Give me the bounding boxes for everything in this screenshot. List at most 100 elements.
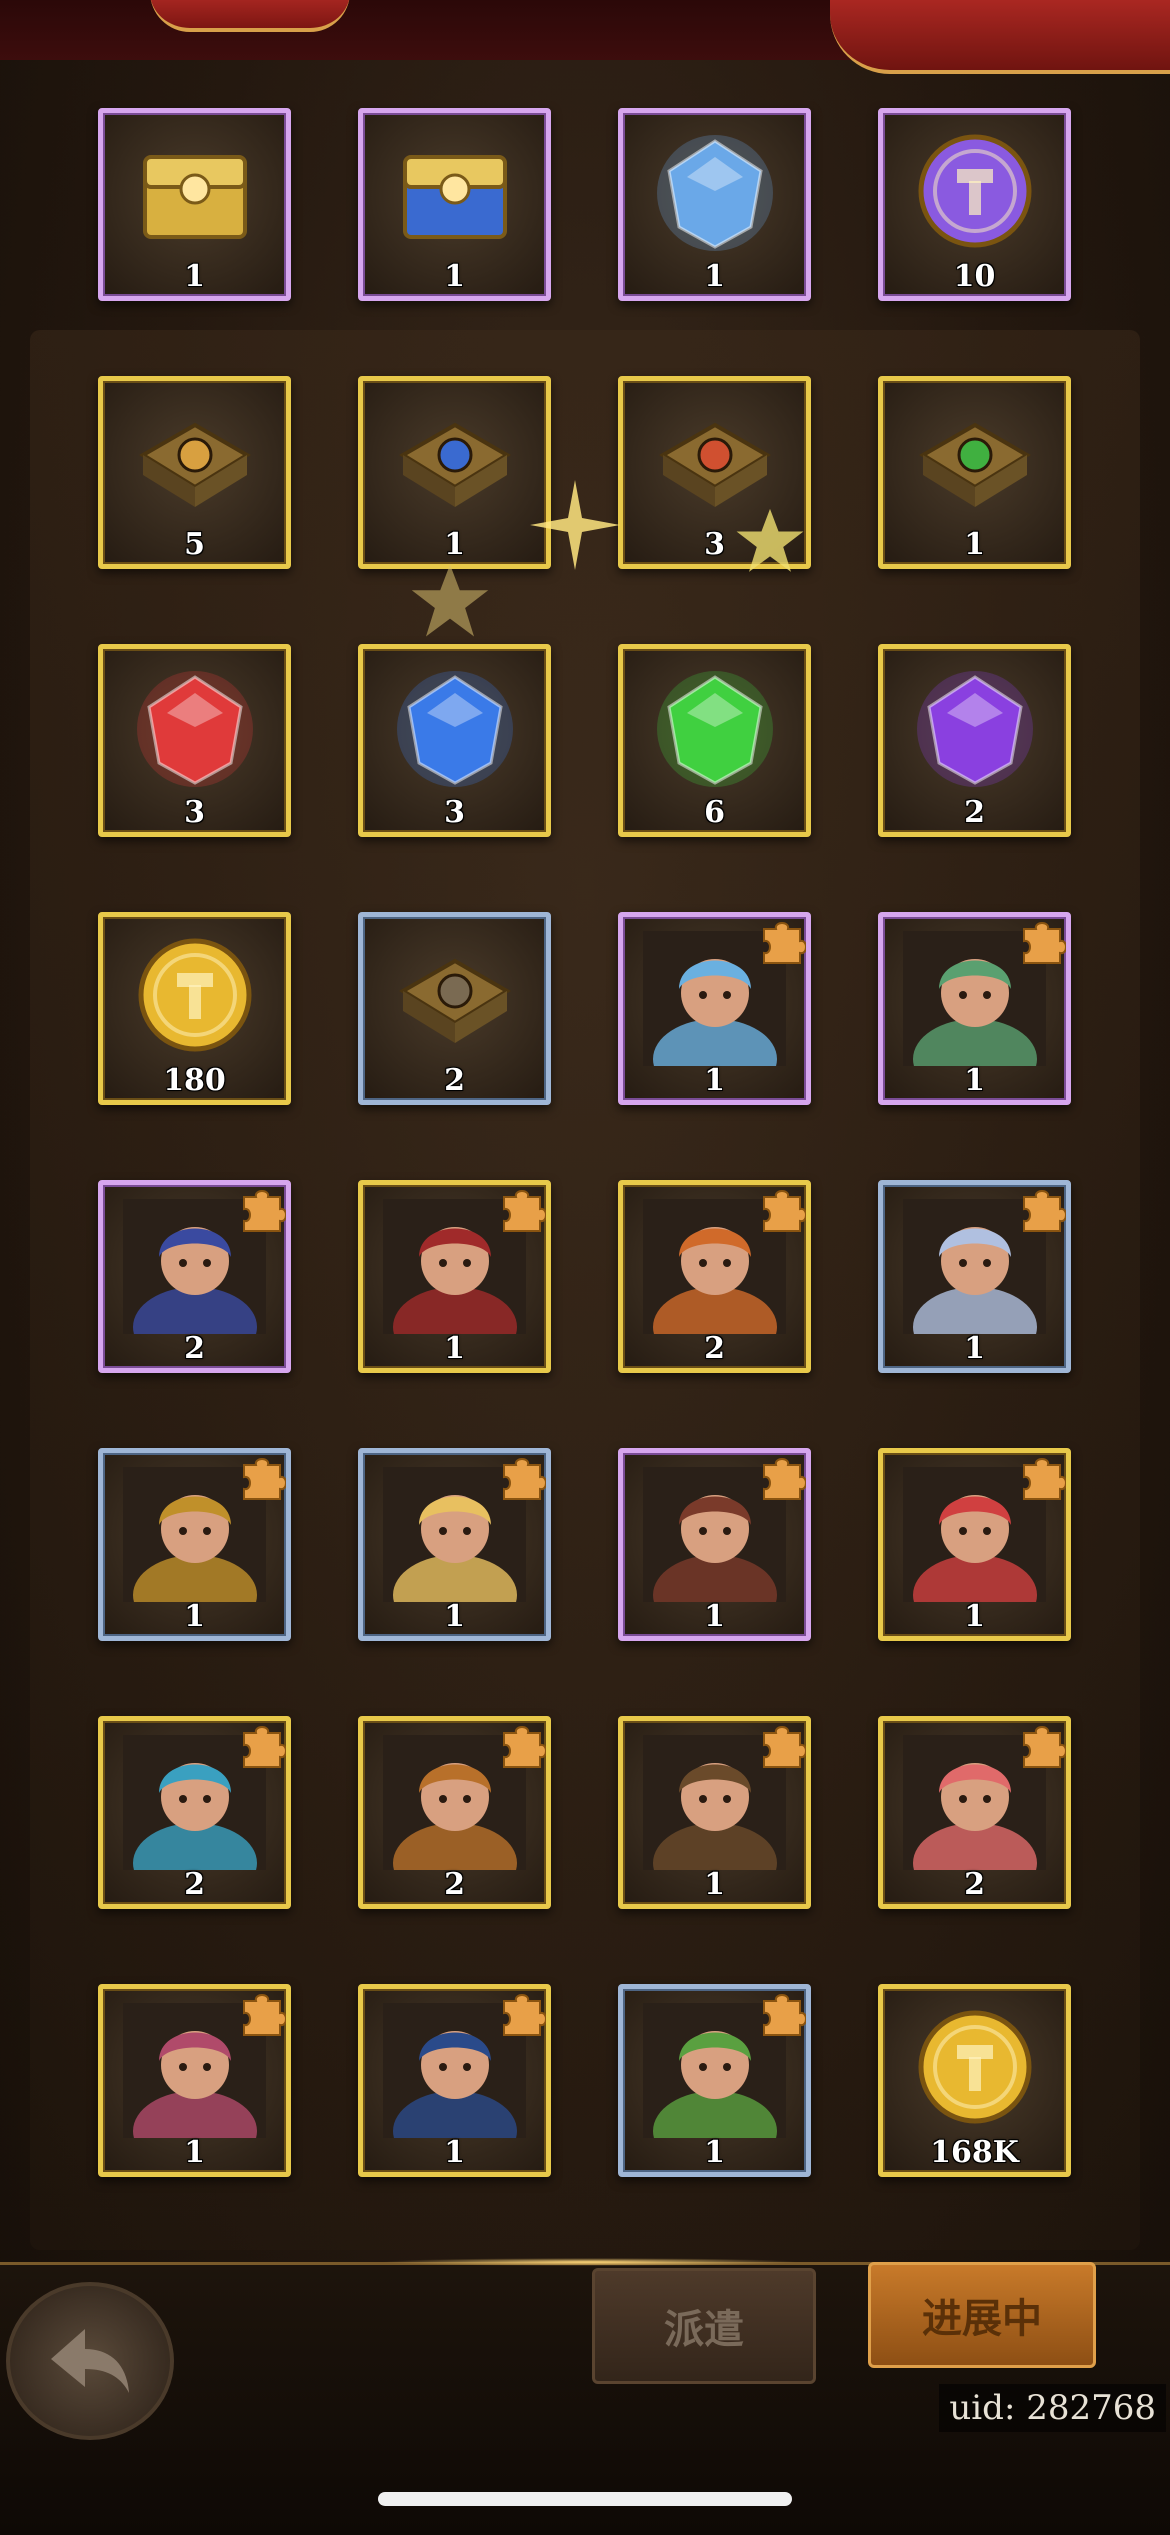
- back-button[interactable]: [6, 2282, 174, 2440]
- top-ribbon: [0, 0, 1170, 74]
- sparkle-star-decoration: [530, 480, 620, 570]
- uid-label: uid: 282768: [939, 2384, 1166, 2432]
- reward-count: 10: [953, 259, 996, 294]
- reward-count: 1: [444, 527, 465, 562]
- sparkle-star-decoration: [736, 508, 804, 572]
- crystal-icon: [397, 671, 513, 787]
- reward-slot[interactable]: 6: [618, 644, 811, 837]
- reward-slot[interactable]: 2: [98, 1716, 291, 1909]
- puzzle-piece-icon: [763, 1190, 806, 1232]
- reward-slot[interactable]: 1: [618, 1448, 811, 1641]
- reward-slot[interactable]: 3: [98, 644, 291, 837]
- reward-count: 5: [184, 527, 205, 562]
- puzzle-piece-icon: [763, 1994, 806, 2036]
- sparkle-star-decoration: [411, 564, 489, 637]
- reward-slot[interactable]: 2: [358, 1716, 551, 1909]
- reward-slot[interactable]: 1: [878, 1448, 1071, 1641]
- reward-count: 2: [184, 1331, 205, 1366]
- book-icon: [399, 422, 511, 507]
- reward-slot[interactable]: 1: [98, 1448, 291, 1641]
- puzzle-piece-icon: [503, 1190, 546, 1232]
- dispatch-button[interactable]: 派遣: [592, 2268, 816, 2384]
- reward-slot[interactable]: 1: [878, 376, 1071, 569]
- reward-slot[interactable]: 1: [358, 1984, 551, 2177]
- reward-slot[interactable]: 1: [358, 1180, 551, 1373]
- puzzle-piece-icon: [243, 1458, 286, 1500]
- reward-slot[interactable]: 1: [878, 912, 1071, 1105]
- puzzle-piece-icon: [1023, 1458, 1066, 1500]
- ribbon-decoration-left: [150, 0, 350, 32]
- reward-slot[interactable]: 2: [98, 1180, 291, 1373]
- reward-slot[interactable]: 1: [358, 1448, 551, 1641]
- coin-icon: [918, 2010, 1032, 2124]
- puzzle-piece-icon: [763, 922, 806, 964]
- puzzle-piece-icon: [763, 1458, 806, 1500]
- reward-count: 1: [964, 527, 985, 562]
- reward-slot[interactable]: 2: [878, 1716, 1071, 1909]
- chest-icon: [403, 155, 507, 239]
- reward-slot[interactable]: 1: [618, 912, 811, 1105]
- reward-count: 3: [184, 795, 205, 830]
- reward-slot[interactable]: 1: [98, 1984, 291, 2177]
- divider-glow: [380, 2258, 800, 2266]
- reward-count: 3: [444, 795, 465, 830]
- puzzle-piece-icon: [1023, 922, 1066, 964]
- reward-count: 180: [163, 1063, 226, 1098]
- reward-count: 1: [184, 2135, 205, 2170]
- reward-slot[interactable]: 1: [618, 1716, 811, 1909]
- reward-slot[interactable]: 10: [878, 108, 1071, 301]
- book-icon: [139, 422, 251, 507]
- ribbon-decoration-right: [830, 0, 1170, 74]
- reward-slot[interactable]: 2: [878, 644, 1071, 837]
- reward-count: 1: [444, 259, 465, 294]
- reward-count: 1: [964, 1063, 985, 1098]
- reward-count: 6: [704, 795, 725, 830]
- reward-count: 1: [704, 1867, 725, 1902]
- reward-count: 1: [704, 259, 725, 294]
- puzzle-piece-icon: [503, 1994, 546, 2036]
- reward-count: 1: [444, 2135, 465, 2170]
- reward-slot[interactable]: 1: [618, 1984, 811, 2177]
- reward-count: 1: [444, 1331, 465, 1366]
- reward-count: 2: [444, 1063, 465, 1098]
- coin-icon: [918, 134, 1032, 248]
- book-icon: [919, 422, 1031, 507]
- reward-slot[interactable]: 180: [98, 912, 291, 1105]
- reward-slot[interactable]: 1: [358, 376, 551, 569]
- reward-count: 1: [704, 1599, 725, 1634]
- reward-count: 1: [184, 259, 205, 294]
- crystal-icon: [657, 135, 773, 251]
- puzzle-piece-icon: [243, 1190, 286, 1232]
- reward-count: 2: [964, 1867, 985, 1902]
- in-progress-button[interactable]: 进展中: [868, 2262, 1096, 2368]
- coin-icon: [138, 938, 252, 1052]
- reward-slot[interactable]: 5: [98, 376, 291, 569]
- puzzle-piece-icon: [243, 1994, 286, 2036]
- reward-slot[interactable]: 2: [358, 912, 551, 1105]
- home-indicator[interactable]: [378, 2492, 792, 2506]
- puzzle-piece-icon: [503, 1726, 546, 1768]
- reward-count: 168K: [930, 2135, 1019, 2170]
- crystal-icon: [917, 671, 1033, 787]
- reward-slot[interactable]: 1: [618, 108, 811, 301]
- puzzle-piece-icon: [1023, 1190, 1066, 1232]
- reward-count: 1: [964, 1331, 985, 1366]
- reward-slot[interactable]: 3: [358, 644, 551, 837]
- puzzle-piece-icon: [763, 1726, 806, 1768]
- reward-slot[interactable]: 168K: [878, 1984, 1071, 2177]
- reward-count: 1: [184, 1599, 205, 1634]
- reward-count: 1: [704, 1063, 725, 1098]
- reward-slot[interactable]: 2: [618, 1180, 811, 1373]
- puzzle-piece-icon: [503, 1458, 546, 1500]
- reward-count: 1: [444, 1599, 465, 1634]
- reward-count: 2: [964, 795, 985, 830]
- reward-slot[interactable]: 1: [98, 108, 291, 301]
- reward-slot[interactable]: 1: [358, 108, 551, 301]
- reward-count: 1: [964, 1599, 985, 1634]
- crystal-icon: [657, 671, 773, 787]
- reward-grid: 1 1 1 10 5 1 3 1 3 3 6 2 180 2 1 1 2 1 2…: [98, 108, 1072, 2177]
- chest-icon: [143, 155, 247, 239]
- reward-count: 2: [704, 1331, 725, 1366]
- reward-count: 2: [444, 1867, 465, 1902]
- reward-slot[interactable]: 1: [878, 1180, 1071, 1373]
